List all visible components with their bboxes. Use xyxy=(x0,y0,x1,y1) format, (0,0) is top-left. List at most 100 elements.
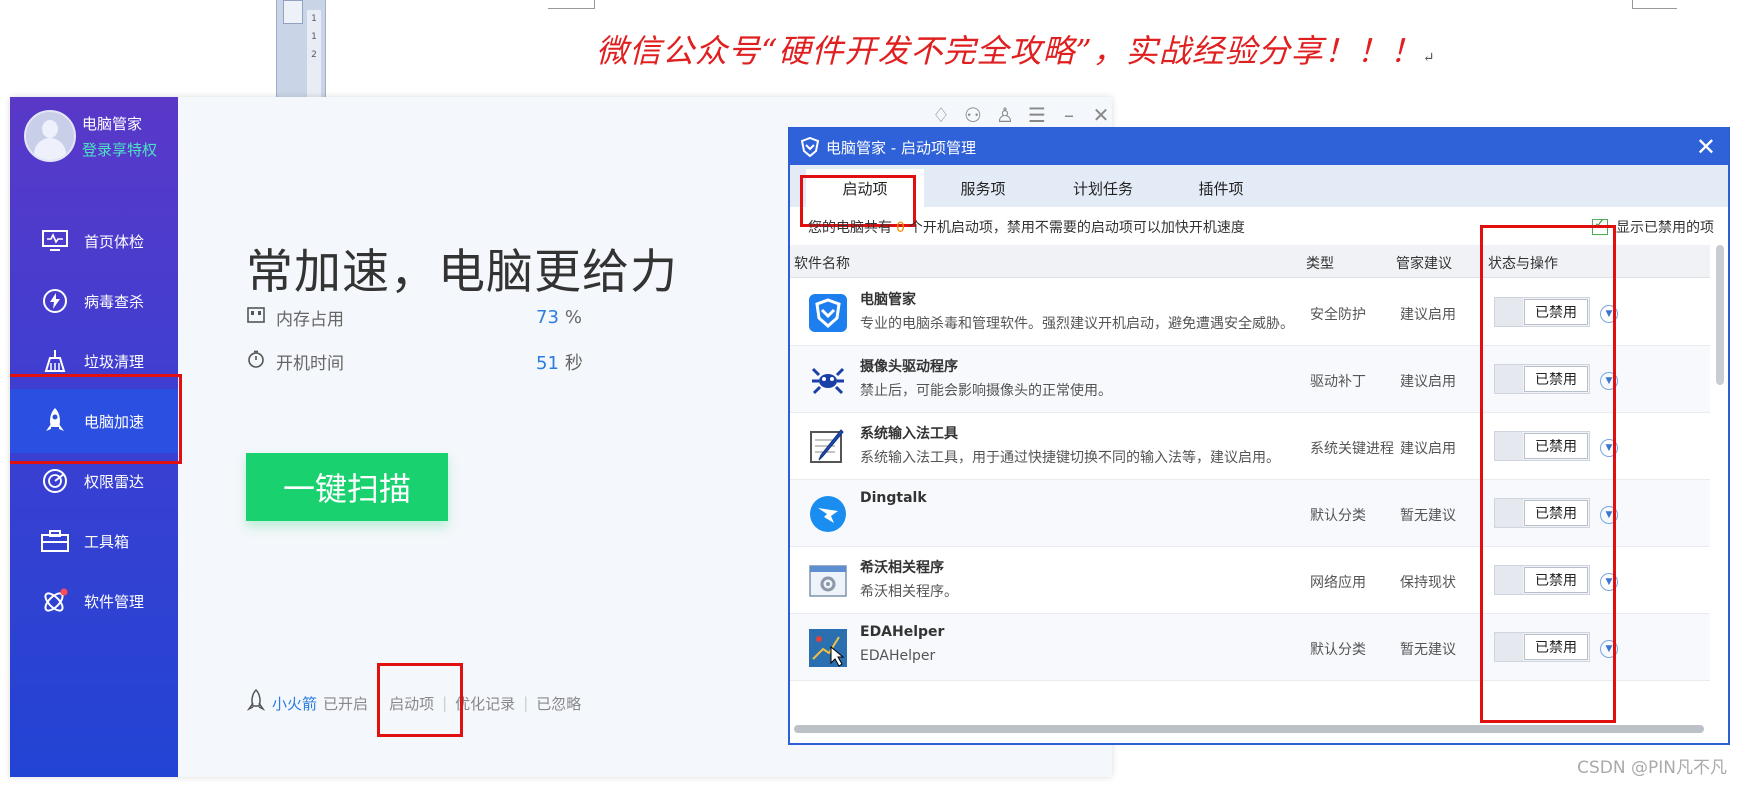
app-advice: 保持现状 xyxy=(1400,575,1456,591)
apps-icon xyxy=(40,586,70,616)
nav-item-toolbox[interactable]: 工具箱 xyxy=(10,509,178,573)
app-desc: 系统输入法工具，用于通过快捷键切换不同的输入法等，建议启用。 xyxy=(860,450,1280,466)
stopwatch-icon xyxy=(246,350,266,373)
toolbox-icon xyxy=(40,526,70,556)
startup-manager-dialog: 电脑管家 - 启动项管理 ✕ 启动项 服务项 计划任务 插件项 您的电脑共有 0 个… xyxy=(788,127,1730,745)
minimize-icon[interactable]: – xyxy=(1056,103,1082,127)
memory-value: 73 xyxy=(536,307,559,328)
realtek-crab-icon xyxy=(808,360,848,400)
app-type: 系统关键进程 xyxy=(1310,441,1394,457)
col-name: 软件名称 xyxy=(794,256,850,272)
nav-item-virus[interactable]: 病毒查杀 xyxy=(10,269,178,333)
app-desc: 禁止后，可能会影响摄像头的正常使用。 xyxy=(860,383,1112,399)
app-name: EDAHelper xyxy=(860,624,945,640)
app-advice: 建议启用 xyxy=(1400,374,1456,390)
tencent-shield-icon xyxy=(808,293,848,333)
page-title: 常加速，电脑更给力 xyxy=(246,245,678,300)
highlight-box-startup-link xyxy=(377,663,463,737)
dialog-close-icon[interactable]: ✕ xyxy=(1696,133,1716,161)
login-link[interactable]: 登录享特权 xyxy=(82,139,157,160)
rocket-status: 已开启 xyxy=(323,694,369,713)
app-advice: 暂无建议 xyxy=(1400,508,1456,524)
window-controls: ♢ ⚇ ♙ ☰ – ✕ xyxy=(928,103,1112,127)
app-advice: 建议启用 xyxy=(1400,307,1456,323)
col-type: 类型 xyxy=(1306,256,1334,272)
avatar[interactable] xyxy=(24,110,76,162)
vertical-scrollbar[interactable] xyxy=(1716,245,1724,385)
skin-icon[interactable]: ♢ xyxy=(928,103,954,127)
sidebar: 电脑管家 登录享特权 首页体检 病毒查杀 垃圾清理 电脑加速 权限雷达 工具箱 xyxy=(10,97,182,777)
ruler-tick: 2 xyxy=(311,50,317,60)
pen-notepad-icon xyxy=(808,427,848,467)
app-type: 网络应用 xyxy=(1310,575,1366,591)
boot-unit: 秒 xyxy=(564,352,583,374)
close-icon[interactable]: ✕ xyxy=(1088,103,1112,127)
startup-info: 您的电脑共有 0 个开机启动项，禁用不需要的启动项可以加快开机速度 xyxy=(808,217,1245,237)
nav-label: 病毒查杀 xyxy=(84,292,145,311)
app-type: 安全防护 xyxy=(1310,307,1366,323)
startup-count: 0 xyxy=(896,220,905,236)
nav-label: 垃圾清理 xyxy=(84,352,145,371)
ignored-link[interactable]: 已忽略 xyxy=(536,693,581,714)
vertical-ruler: 1 1 2 xyxy=(276,0,326,100)
dialog-tabs: 启动项 服务项 计划任务 插件项 xyxy=(790,165,1728,207)
ruler-tick: 1 xyxy=(311,14,317,24)
ruler-button[interactable] xyxy=(283,0,303,24)
nav-label: 首页体检 xyxy=(84,232,145,251)
boot-value: 51 xyxy=(536,352,559,374)
paragraph-mark: ↵ xyxy=(1422,50,1436,66)
nav-item-software[interactable]: 软件管理 xyxy=(10,569,178,633)
info-suffix: 个开机启动项，禁用不需要的启动项可以加快开机速度 xyxy=(908,220,1245,236)
tab-scheduled-tasks[interactable]: 计划任务 xyxy=(1044,169,1162,207)
app-name: 摄像头驱动程序 xyxy=(860,359,958,375)
app-advice: 暂无建议 xyxy=(1400,642,1456,658)
boot-label: 开机时间 xyxy=(276,354,344,374)
tab-services[interactable]: 服务项 xyxy=(924,169,1042,207)
optimize-history-link[interactable]: 优化记录 xyxy=(455,693,515,714)
app-type: 驱动补丁 xyxy=(1310,374,1366,390)
highlight-box-status xyxy=(1480,225,1616,723)
window-gear-icon xyxy=(808,561,848,601)
shirt-icon[interactable]: ♙ xyxy=(992,103,1018,127)
memory-chip-icon xyxy=(246,306,266,329)
ruler-ticks: 1 1 2 xyxy=(307,10,321,100)
user-icon[interactable]: ⚇ xyxy=(960,103,986,127)
tab-plugins[interactable]: 插件项 xyxy=(1162,169,1280,207)
margin-corner-mark xyxy=(548,0,595,9)
watermark: CSDN @PIN凡不凡 xyxy=(1577,758,1727,778)
nav-label: 权限雷达 xyxy=(84,472,145,491)
ruler-tick: 1 xyxy=(311,32,317,42)
user-name: 电脑管家 xyxy=(82,115,143,133)
app-type: 默认分类 xyxy=(1310,642,1366,658)
memory-label: 内存占用 xyxy=(276,310,344,330)
radar-icon xyxy=(40,466,70,496)
app-advice: 建议启用 xyxy=(1400,441,1456,457)
dialog-title: 电脑管家 - 启动项管理 xyxy=(826,138,976,157)
rocket-link[interactable]: 小火箭 xyxy=(272,693,317,714)
app-desc: 希沃相关程序。 xyxy=(860,584,958,600)
app-name: 系统输入法工具 xyxy=(860,426,958,442)
col-advice: 管家建议 xyxy=(1396,256,1452,272)
menu-icon[interactable]: ☰ xyxy=(1024,103,1050,127)
app-desc: 专业的电脑杀毒和管理软件。强烈建议开机启动，避免遭遇安全威胁。 xyxy=(860,316,1294,332)
eda-helper-icon xyxy=(808,628,848,668)
dialog-titlebar: 电脑管家 - 启动项管理 ✕ xyxy=(790,129,1728,165)
small-rocket-icon xyxy=(246,688,266,717)
nav-label: 软件管理 xyxy=(84,592,145,611)
nav-item-checkup[interactable]: 首页体检 xyxy=(10,209,178,273)
app-desc: EDAHelper xyxy=(860,648,936,664)
dingtalk-icon xyxy=(808,494,848,534)
info-prefix: 您的电脑共有 xyxy=(808,220,892,236)
app-name: Dingtalk xyxy=(860,490,927,506)
memory-stat: 内存占用 73% xyxy=(246,305,582,330)
document-headline: 微信公众号“硬件开发不完全攻略”，实战经验分享！！！↵ xyxy=(596,26,1435,72)
nav-label: 工具箱 xyxy=(84,532,130,551)
monitor-check-icon xyxy=(40,226,70,256)
tencent-logo-icon xyxy=(800,136,820,158)
app-type: 默认分类 xyxy=(1310,508,1366,524)
highlight-box-speedup xyxy=(10,374,182,464)
headline-text: 微信公众号“硬件开发不完全攻略”，实战经验分享！！！ xyxy=(596,32,1423,70)
boot-time-stat: 开机时间 51 秒 xyxy=(246,349,583,374)
one-click-scan-button[interactable]: 一键扫描 xyxy=(246,453,448,521)
horizontal-scrollbar[interactable] xyxy=(794,725,1704,733)
